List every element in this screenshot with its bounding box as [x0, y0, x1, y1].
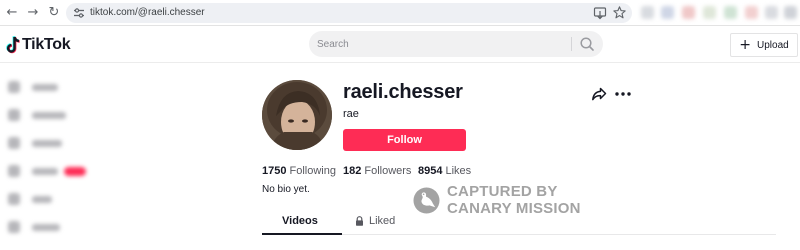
lock-icon: [356, 216, 363, 226]
forward-icon[interactable]: →: [24, 4, 42, 22]
stat-label: Likes: [445, 165, 472, 177]
sidebar-item[interactable]: [8, 165, 86, 177]
sidebar-item[interactable]: [8, 193, 52, 205]
tab-label: Liked: [369, 215, 396, 227]
likes-count: 8954 Likes: [418, 164, 471, 178]
sidebar-item-icon: [8, 81, 20, 93]
sidebar-item-label: [32, 139, 62, 147]
extension-icon[interactable]: [724, 6, 737, 19]
url-text[interactable]: tiktok.com/@raeli.chesser: [90, 6, 205, 20]
sidebar: [0, 72, 130, 250]
upload-label: Upload: [757, 39, 789, 51]
search-input[interactable]: [317, 35, 567, 53]
watermark: CAPTURED BY CANARY MISSION: [413, 182, 613, 218]
avatar: [262, 80, 332, 150]
watermark-line-1: CAPTURED BY: [447, 183, 558, 200]
sidebar-item-icon: [8, 221, 20, 233]
site-header: TikTok + Upload: [0, 27, 800, 63]
watermark-line-2: CANARY MISSION: [447, 200, 581, 217]
search-divider: [571, 37, 572, 51]
logo-text: TikTok: [22, 36, 71, 53]
more-options-icon[interactable]: [614, 88, 632, 100]
tab-videos[interactable]: Videos: [282, 213, 318, 229]
stat-value: 1750: [262, 165, 287, 177]
extension-icon[interactable]: [661, 6, 674, 19]
following-count[interactable]: 1750 Following: [262, 164, 336, 178]
bookmark-star-icon[interactable]: [612, 5, 627, 20]
stat-value: 8954: [418, 165, 443, 177]
extension-icon[interactable]: [765, 6, 778, 19]
new-badge: [64, 166, 86, 176]
profile-menu-icon[interactable]: [784, 6, 797, 19]
site-settings-icon[interactable]: [72, 6, 86, 20]
browser-toolbar: ← → ↻ tiktok.com/@raeli.chesser: [0, 0, 800, 26]
sidebar-item[interactable]: [8, 137, 62, 149]
active-tab-indicator: [262, 233, 342, 235]
upload-button[interactable]: + Upload: [730, 33, 798, 57]
stat-label: Followers: [364, 165, 412, 177]
back-icon[interactable]: ←: [3, 4, 21, 22]
profile-photo: [262, 80, 332, 150]
profile-bio: No bio yet.: [262, 184, 310, 195]
sidebar-item-icon: [8, 165, 20, 177]
tiktok-note-icon: [6, 36, 20, 54]
sidebar-item-icon: [8, 137, 20, 149]
search-icon[interactable]: [579, 36, 595, 52]
install-app-icon[interactable]: [593, 6, 607, 20]
sidebar-item-label: [32, 111, 66, 119]
plus-icon: +: [739, 37, 752, 53]
sidebar-item[interactable]: [8, 81, 58, 93]
sidebar-item-icon: [8, 109, 20, 121]
followers-count[interactable]: 182 Followers: [343, 164, 411, 178]
sidebar-item-label: [32, 195, 52, 203]
tab-liked[interactable]: Liked: [355, 213, 395, 229]
follow-button[interactable]: Follow: [343, 129, 466, 151]
share-icon[interactable]: [591, 86, 607, 102]
sidebar-item-label: [32, 223, 60, 231]
reload-icon[interactable]: ↻: [45, 4, 63, 22]
extension-icon[interactable]: [745, 6, 758, 19]
extension-icon[interactable]: [641, 6, 654, 19]
sidebar-item-label: [32, 83, 58, 91]
search-box: [309, 31, 603, 57]
canary-mission-logo-icon: [413, 186, 440, 214]
stat-label: Following: [289, 165, 336, 177]
tiktok-logo[interactable]: TikTok: [6, 35, 71, 55]
extension-icon[interactable]: [682, 6, 695, 19]
profile-username: raeli.chesser: [343, 81, 463, 103]
extension-icon[interactable]: [703, 6, 716, 19]
sidebar-item-icon: [8, 193, 20, 205]
address-bar[interactable]: tiktok.com/@raeli.chesser: [66, 3, 632, 23]
sidebar-item-label: [32, 167, 58, 175]
sidebar-item[interactable]: [8, 109, 66, 121]
tab-label: Videos: [282, 215, 318, 227]
sidebar-item[interactable]: [8, 221, 60, 233]
stat-value: 182: [343, 165, 362, 177]
profile-nickname: rae: [343, 108, 359, 120]
